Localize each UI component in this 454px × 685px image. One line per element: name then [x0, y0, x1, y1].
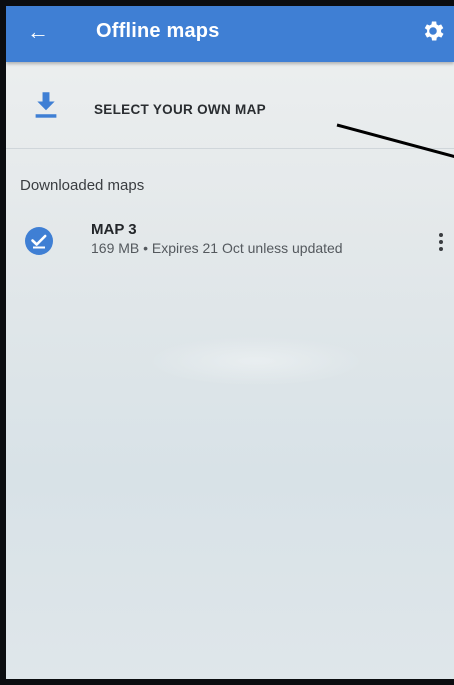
phone-screen: ← Offline maps SELECT YOUR OWN MAP Downl… — [6, 6, 454, 679]
map-list-item[interactable]: MAP 3 169 MB • Expires 21 Oct unless upd… — [6, 214, 454, 274]
back-arrow-icon[interactable]: ← — [24, 18, 52, 46]
page-title: Offline maps — [96, 20, 220, 42]
select-your-own-map-button[interactable]: SELECT YOUR OWN MAP — [6, 62, 454, 149]
more-vert-icon[interactable] — [434, 230, 448, 258]
download-icon — [35, 92, 57, 118]
select-your-own-map-label: SELECT YOUR OWN MAP — [94, 102, 266, 117]
app-bar: ← Offline maps — [6, 6, 454, 62]
screen-glare — [146, 336, 366, 386]
map-details: 169 MB • Expires 21 Oct unless updated — [91, 240, 343, 256]
map-name: MAP 3 — [91, 221, 137, 238]
check-circle-icon — [25, 227, 53, 255]
gear-icon[interactable] — [420, 18, 446, 44]
downloaded-maps-header: Downloaded maps — [20, 177, 145, 194]
photo-frame: ← Offline maps SELECT YOUR OWN MAP Downl… — [0, 0, 454, 685]
